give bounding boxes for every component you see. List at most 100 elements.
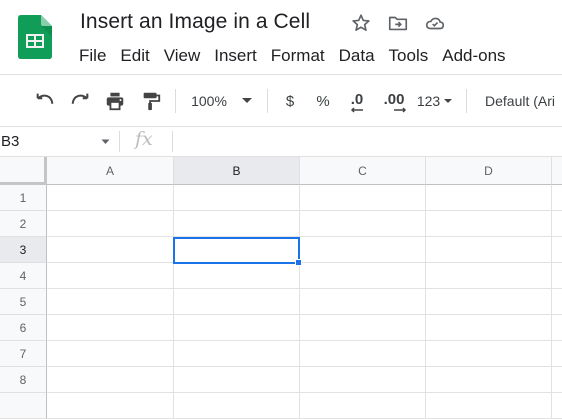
toolbar-divider (466, 89, 467, 113)
more-formats-button[interactable]: 123 (414, 75, 456, 127)
menu-edit[interactable]: Edit (113, 44, 156, 68)
arrow-right-icon (394, 106, 407, 113)
row-header-3[interactable]: 3 (0, 237, 47, 263)
row-header-4[interactable]: 4 (0, 263, 47, 289)
menu-file[interactable]: File (72, 44, 113, 68)
cell-a5[interactable] (47, 289, 174, 315)
cell-c1[interactable] (300, 185, 426, 211)
select-all-corner[interactable] (0, 157, 47, 188)
cell-e1[interactable] (552, 185, 562, 211)
fx-icon: fx (135, 128, 153, 150)
cell-e9[interactable] (552, 393, 562, 419)
row-header-5[interactable]: 5 (0, 289, 47, 315)
menu-tools[interactable]: Tools (382, 44, 436, 68)
zoom-select[interactable]: 100% (183, 75, 261, 127)
cell-d6[interactable] (426, 315, 552, 341)
name-box[interactable]: B3 (0, 127, 116, 156)
cell-b1[interactable] (174, 185, 300, 211)
menu-insert[interactable]: Insert (207, 44, 264, 68)
cell-e7[interactable] (552, 341, 562, 367)
move-to-folder-icon[interactable] (387, 12, 409, 34)
cell-d3[interactable] (426, 237, 552, 263)
cell-b8[interactable] (174, 367, 300, 393)
column-header-c[interactable]: C (300, 157, 426, 185)
cell-a3[interactable] (47, 237, 174, 263)
percent-label: % (316, 92, 330, 110)
cell-c7[interactable] (300, 341, 426, 367)
cell-a6[interactable] (47, 315, 174, 341)
cell-c2[interactable] (300, 211, 426, 237)
format-percent-button[interactable]: % (310, 75, 336, 127)
app-header: Insert an Image in a Cell File Edit View… (0, 0, 562, 74)
row-header-9[interactable] (0, 393, 47, 419)
sheets-logo-icon[interactable] (18, 15, 52, 59)
cell-d9[interactable] (426, 393, 552, 419)
fill-handle[interactable] (295, 259, 302, 266)
chevron-down-icon (101, 139, 110, 144)
undo-icon[interactable] (31, 75, 59, 127)
cell-e5[interactable] (552, 289, 562, 315)
cell-b2[interactable] (174, 211, 300, 237)
cell-d4[interactable] (426, 263, 552, 289)
cell-c6[interactable] (300, 315, 426, 341)
cell-a1[interactable] (47, 185, 174, 211)
paint-format-icon[interactable] (137, 75, 165, 127)
cell-a4[interactable] (47, 263, 174, 289)
cell-a2[interactable] (47, 211, 174, 237)
cell-a8[interactable] (47, 367, 174, 393)
cell-b6[interactable] (174, 315, 300, 341)
name-box-value: B3 (1, 133, 20, 150)
cell-d2[interactable] (426, 211, 552, 237)
cell-d7[interactable] (426, 341, 552, 367)
cell-c4[interactable] (300, 263, 426, 289)
cell-d8[interactable] (426, 367, 552, 393)
menu-data[interactable]: Data (332, 44, 382, 68)
cell-e6[interactable] (552, 315, 562, 341)
cell-b5[interactable] (174, 289, 300, 315)
menu-bar: File Edit View Insert Format Data Tools … (72, 44, 513, 68)
cell-c9[interactable] (300, 393, 426, 419)
increase-decimal-button[interactable]: .00 (378, 75, 410, 127)
formula-bar-divider (172, 131, 173, 152)
menu-view[interactable]: View (157, 44, 208, 68)
format-currency-button[interactable]: $ (277, 75, 303, 127)
cell-c8[interactable] (300, 367, 426, 393)
cell-b9[interactable] (174, 393, 300, 419)
row-header-1[interactable]: 1 (0, 185, 47, 211)
chevron-down-icon (444, 98, 453, 103)
cloud-status-icon[interactable] (424, 12, 446, 34)
column-header-b[interactable]: B (174, 157, 300, 185)
redo-icon[interactable] (66, 75, 94, 127)
row-header-8[interactable]: 8 (0, 367, 47, 393)
document-title[interactable]: Insert an Image in a Cell (80, 10, 310, 34)
cell-c5[interactable] (300, 289, 426, 315)
cell-e4[interactable] (552, 263, 562, 289)
star-icon[interactable] (350, 12, 372, 34)
print-icon[interactable] (101, 75, 129, 127)
arrow-left-icon (350, 106, 363, 113)
column-header-d[interactable]: D (426, 157, 552, 185)
formula-input[interactable] (178, 127, 562, 156)
cell-e8[interactable] (552, 367, 562, 393)
cell-a7[interactable] (47, 341, 174, 367)
decrease-decimal-button[interactable]: .0 (343, 75, 371, 127)
cell-d5[interactable] (426, 289, 552, 315)
cell-d1[interactable] (426, 185, 552, 211)
menu-add-ons[interactable]: Add-ons (435, 44, 512, 68)
cell-c3[interactable] (300, 237, 426, 263)
cell-e2[interactable] (552, 211, 562, 237)
cell-b4[interactable] (174, 263, 300, 289)
row-header-6[interactable]: 6 (0, 315, 47, 341)
more-formats-label: 123 (416, 93, 441, 109)
column-header-e[interactable] (552, 157, 562, 185)
menu-format[interactable]: Format (264, 44, 332, 68)
cell-e3[interactable] (552, 237, 562, 263)
cell-a9[interactable] (47, 393, 174, 419)
cell-b7[interactable] (174, 341, 300, 367)
zoom-value: 100% (191, 93, 227, 109)
column-header-a[interactable]: A (47, 157, 174, 185)
cell-b3[interactable] (174, 237, 300, 263)
row-header-7[interactable]: 7 (0, 341, 47, 367)
row-header-2[interactable]: 2 (0, 211, 47, 237)
font-family-select[interactable]: Default (Ari (478, 75, 562, 127)
